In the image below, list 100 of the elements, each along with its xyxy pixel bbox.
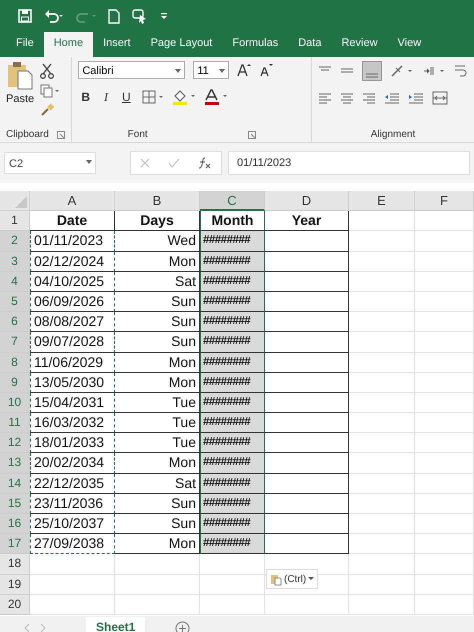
text-direction-icon[interactable] bbox=[422, 64, 446, 78]
paste-button[interactable]: Paste bbox=[6, 61, 34, 129]
check-icon[interactable] bbox=[168, 158, 180, 168]
row-header[interactable]: 14 bbox=[0, 474, 30, 494]
row-header[interactable]: 20 bbox=[0, 594, 30, 615]
table-cell: 16/03/2032 bbox=[30, 413, 115, 434]
row-header[interactable]: 9 bbox=[0, 372, 30, 393]
fill-color-icon[interactable] bbox=[172, 89, 196, 105]
dialog-launcher-icon[interactable] bbox=[248, 130, 256, 138]
table-cell: ######## bbox=[200, 392, 265, 414]
touch-mode-icon[interactable] bbox=[132, 8, 148, 24]
row-header[interactable]: 19 bbox=[0, 574, 30, 595]
font-name-field[interactable]: Calibri bbox=[78, 61, 186, 79]
table-cell: 11/06/2029 bbox=[30, 352, 115, 373]
ribbon-tab[interactable]: Review bbox=[331, 32, 388, 57]
font-size-field[interactable]: 11 bbox=[193, 61, 230, 79]
ribbon-tab[interactable]: Insert bbox=[93, 32, 141, 57]
table-cell: ######## bbox=[200, 494, 265, 514]
column-header[interactable]: A bbox=[30, 191, 115, 212]
formula-field[interactable]: 01/11/2023 bbox=[228, 151, 470, 175]
table-cell: ######## bbox=[200, 312, 265, 332]
header-cell: Year bbox=[265, 211, 349, 232]
group-label: Alignment bbox=[370, 129, 416, 140]
row-header[interactable]: 5 bbox=[0, 292, 30, 312]
increase-indent-icon[interactable] bbox=[408, 92, 424, 104]
row-header[interactable]: 12 bbox=[0, 433, 30, 454]
customize-icon[interactable] bbox=[160, 11, 168, 21]
shrink-font-icon[interactable] bbox=[259, 63, 274, 77]
table-cell: 06/09/2026 bbox=[30, 292, 115, 312]
align-center-icon[interactable] bbox=[340, 92, 354, 104]
row-header[interactable]: 11 bbox=[0, 413, 30, 434]
row-header[interactable]: 1 bbox=[0, 211, 30, 232]
italic-button[interactable]: I bbox=[101, 90, 112, 104]
row-header[interactable]: 10 bbox=[0, 392, 30, 414]
row-header[interactable]: 4 bbox=[0, 272, 30, 292]
table-cell: 01/11/2023 bbox=[30, 231, 115, 252]
ribbon-tab[interactable]: File bbox=[6, 32, 44, 57]
wrap-text-icon[interactable] bbox=[454, 63, 468, 79]
scissors-icon[interactable] bbox=[40, 63, 54, 79]
table-cell: ######## bbox=[200, 292, 265, 312]
table-cell: 15/04/2031 bbox=[30, 392, 115, 414]
row-header[interactable]: 6 bbox=[0, 312, 30, 332]
row-header[interactable]: 18 bbox=[0, 554, 30, 575]
row-header[interactable]: 13 bbox=[0, 453, 30, 474]
column-header[interactable]: E bbox=[349, 191, 415, 212]
ribbon-tab[interactable]: View bbox=[388, 32, 432, 57]
paste-options-button[interactable]: (Ctrl) bbox=[266, 569, 318, 589]
merge-cells-icon[interactable] bbox=[432, 91, 448, 105]
table-cell: ######## bbox=[200, 474, 265, 494]
bold-button[interactable]: B bbox=[78, 90, 94, 104]
header-cell: Date bbox=[30, 211, 115, 232]
caret-icon bbox=[308, 577, 314, 581]
align-right-icon[interactable] bbox=[362, 92, 376, 104]
add-sheet-icon[interactable] bbox=[175, 620, 190, 632]
format-painter-icon[interactable] bbox=[40, 103, 54, 117]
ribbon-tab[interactable]: Home bbox=[44, 32, 94, 57]
insert-function-icon[interactable] bbox=[198, 157, 212, 169]
underline-button[interactable]: U bbox=[119, 90, 134, 104]
ribbon-tab[interactable]: Data bbox=[288, 32, 332, 57]
column-header[interactable]: B bbox=[115, 191, 200, 212]
sheet-tab[interactable]: Sheet1 bbox=[86, 617, 146, 632]
ribbon-tab[interactable]: Formulas bbox=[222, 32, 288, 57]
clipboard-icon bbox=[6, 61, 34, 91]
column-header[interactable]: C bbox=[200, 191, 265, 212]
table-cell: 02/12/2024 bbox=[30, 252, 115, 272]
name-box[interactable]: C2 bbox=[4, 152, 96, 174]
table-cell: 23/11/2036 bbox=[30, 494, 115, 514]
row-header[interactable]: 17 bbox=[0, 534, 30, 554]
new-file-icon[interactable] bbox=[108, 8, 120, 24]
ribbon-tab[interactable]: Page Layout bbox=[140, 32, 222, 57]
row-header[interactable]: 2 bbox=[0, 231, 30, 252]
orientation-icon[interactable] bbox=[390, 64, 414, 78]
column-header[interactable]: F bbox=[415, 191, 474, 212]
table-cell: ######## bbox=[200, 352, 265, 373]
save-icon[interactable] bbox=[18, 9, 32, 23]
undo-icon[interactable] bbox=[44, 9, 64, 23]
table-cell: ######## bbox=[200, 433, 265, 454]
table-cell: 18/01/2033 bbox=[30, 433, 115, 454]
font-color-icon[interactable] bbox=[204, 89, 228, 105]
dialog-launcher-icon[interactable] bbox=[57, 130, 66, 138]
table-cell: ######## bbox=[200, 453, 265, 474]
grow-font-icon[interactable] bbox=[237, 63, 252, 77]
table-cell: 09/07/2028 bbox=[30, 332, 115, 352]
row-header[interactable]: 7 bbox=[0, 332, 30, 352]
table-cell: ######## bbox=[200, 252, 265, 272]
borders-icon[interactable] bbox=[142, 90, 164, 104]
table-cell: 13/05/2030 bbox=[30, 372, 115, 393]
align-bottom-icon[interactable] bbox=[362, 61, 382, 81]
row-header[interactable]: 16 bbox=[0, 514, 30, 534]
clipboard-icon bbox=[270, 572, 282, 586]
copy-icon[interactable] bbox=[40, 84, 60, 98]
row-header[interactable]: 15 bbox=[0, 494, 30, 514]
table-cell: ######## bbox=[200, 534, 265, 554]
align-left-icon[interactable] bbox=[318, 92, 332, 104]
row-header[interactable]: 8 bbox=[0, 352, 30, 373]
row-header[interactable]: 3 bbox=[0, 252, 30, 272]
table-cell: ######## bbox=[200, 514, 265, 534]
column-header[interactable]: D bbox=[265, 191, 349, 212]
table-cell: 20/02/2034 bbox=[30, 453, 115, 474]
decrease-indent-icon[interactable] bbox=[384, 92, 400, 104]
